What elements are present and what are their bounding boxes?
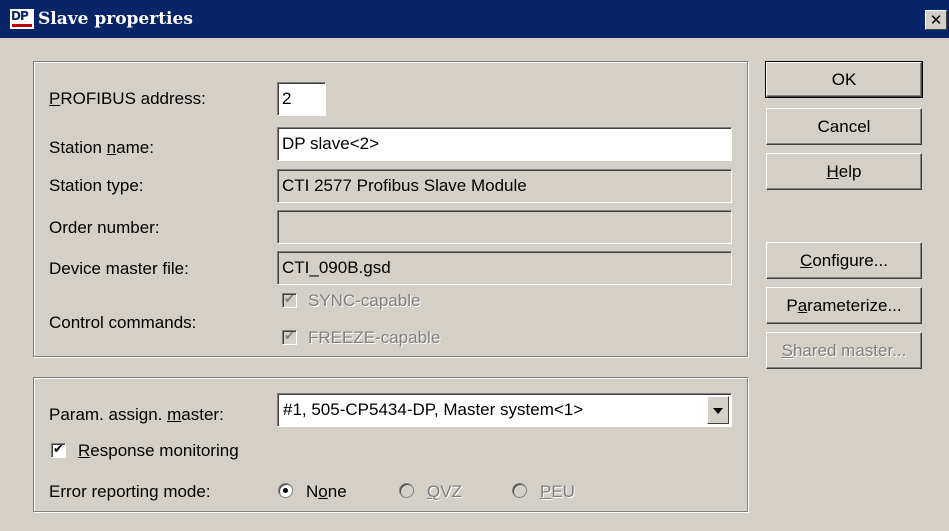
freeze-capable-label: FREEZE-capable [308, 328, 441, 347]
station-type-field: CTI 2577 Profibus Slave Module [277, 169, 732, 203]
profibus-address-label: PROFIBUS address: [49, 89, 206, 108]
param-assign-master-select[interactable]: #1, 505-CP5434-DP, Master system<1> [277, 393, 732, 427]
error-mode-qvz-radio [399, 483, 414, 498]
device-master-file-field: CTI_090B.gsd [277, 251, 732, 285]
error-reporting-mode-label: Error reporting mode: [49, 482, 211, 501]
slave-properties-dialog: DP Slave properties ✕ PROFIBUS address: … [0, 0, 949, 531]
error-mode-peu-label: PEU [540, 482, 575, 501]
response-monitoring-label[interactable]: Response monitoring [78, 441, 239, 461]
dp-app-icon: DP [10, 9, 34, 29]
station-name-label: Station name: [49, 138, 154, 157]
title-bar[interactable]: DP Slave properties ✕ [0, 0, 949, 38]
profibus-address-input[interactable]: 2 [277, 82, 326, 116]
configure-button[interactable]: Configure... [766, 242, 922, 279]
station-name-input[interactable]: DP slave<2> [277, 127, 732, 161]
shared-master-button: Shared master... [766, 332, 922, 369]
device-master-file-label: Device master file: [49, 259, 189, 278]
parameterize-button[interactable]: Parameterize... [766, 287, 922, 324]
help-button[interactable]: Help [766, 153, 922, 190]
chevron-down-icon[interactable] [707, 396, 729, 424]
order-number-label: Order number: [49, 218, 160, 237]
error-mode-peu-radio [512, 483, 527, 498]
cancel-button[interactable]: Cancel [766, 108, 922, 145]
sync-capable-label: SYNC-capable [308, 291, 421, 310]
error-mode-none-label[interactable]: None [306, 482, 347, 502]
control-commands-label: Control commands: [49, 313, 197, 332]
param-assign-master-value: #1, 505-CP5434-DP, Master system<1> [283, 400, 584, 419]
sync-capable-checkbox: ✔ [282, 293, 297, 308]
freeze-capable-checkbox: ✔ [282, 330, 297, 345]
order-number-field [277, 210, 732, 244]
error-mode-qvz-label: QVZ [427, 482, 462, 501]
error-mode-none-radio[interactable] [278, 483, 293, 498]
close-icon[interactable]: ✕ [925, 10, 947, 30]
response-monitoring-checkbox[interactable]: ✔ [51, 443, 66, 458]
param-assign-master-label: Param. assign. master: [49, 405, 224, 424]
station-type-label: Station type: [49, 176, 144, 195]
window-title: Slave properties [38, 9, 193, 29]
ok-button[interactable]: OK [766, 62, 922, 97]
